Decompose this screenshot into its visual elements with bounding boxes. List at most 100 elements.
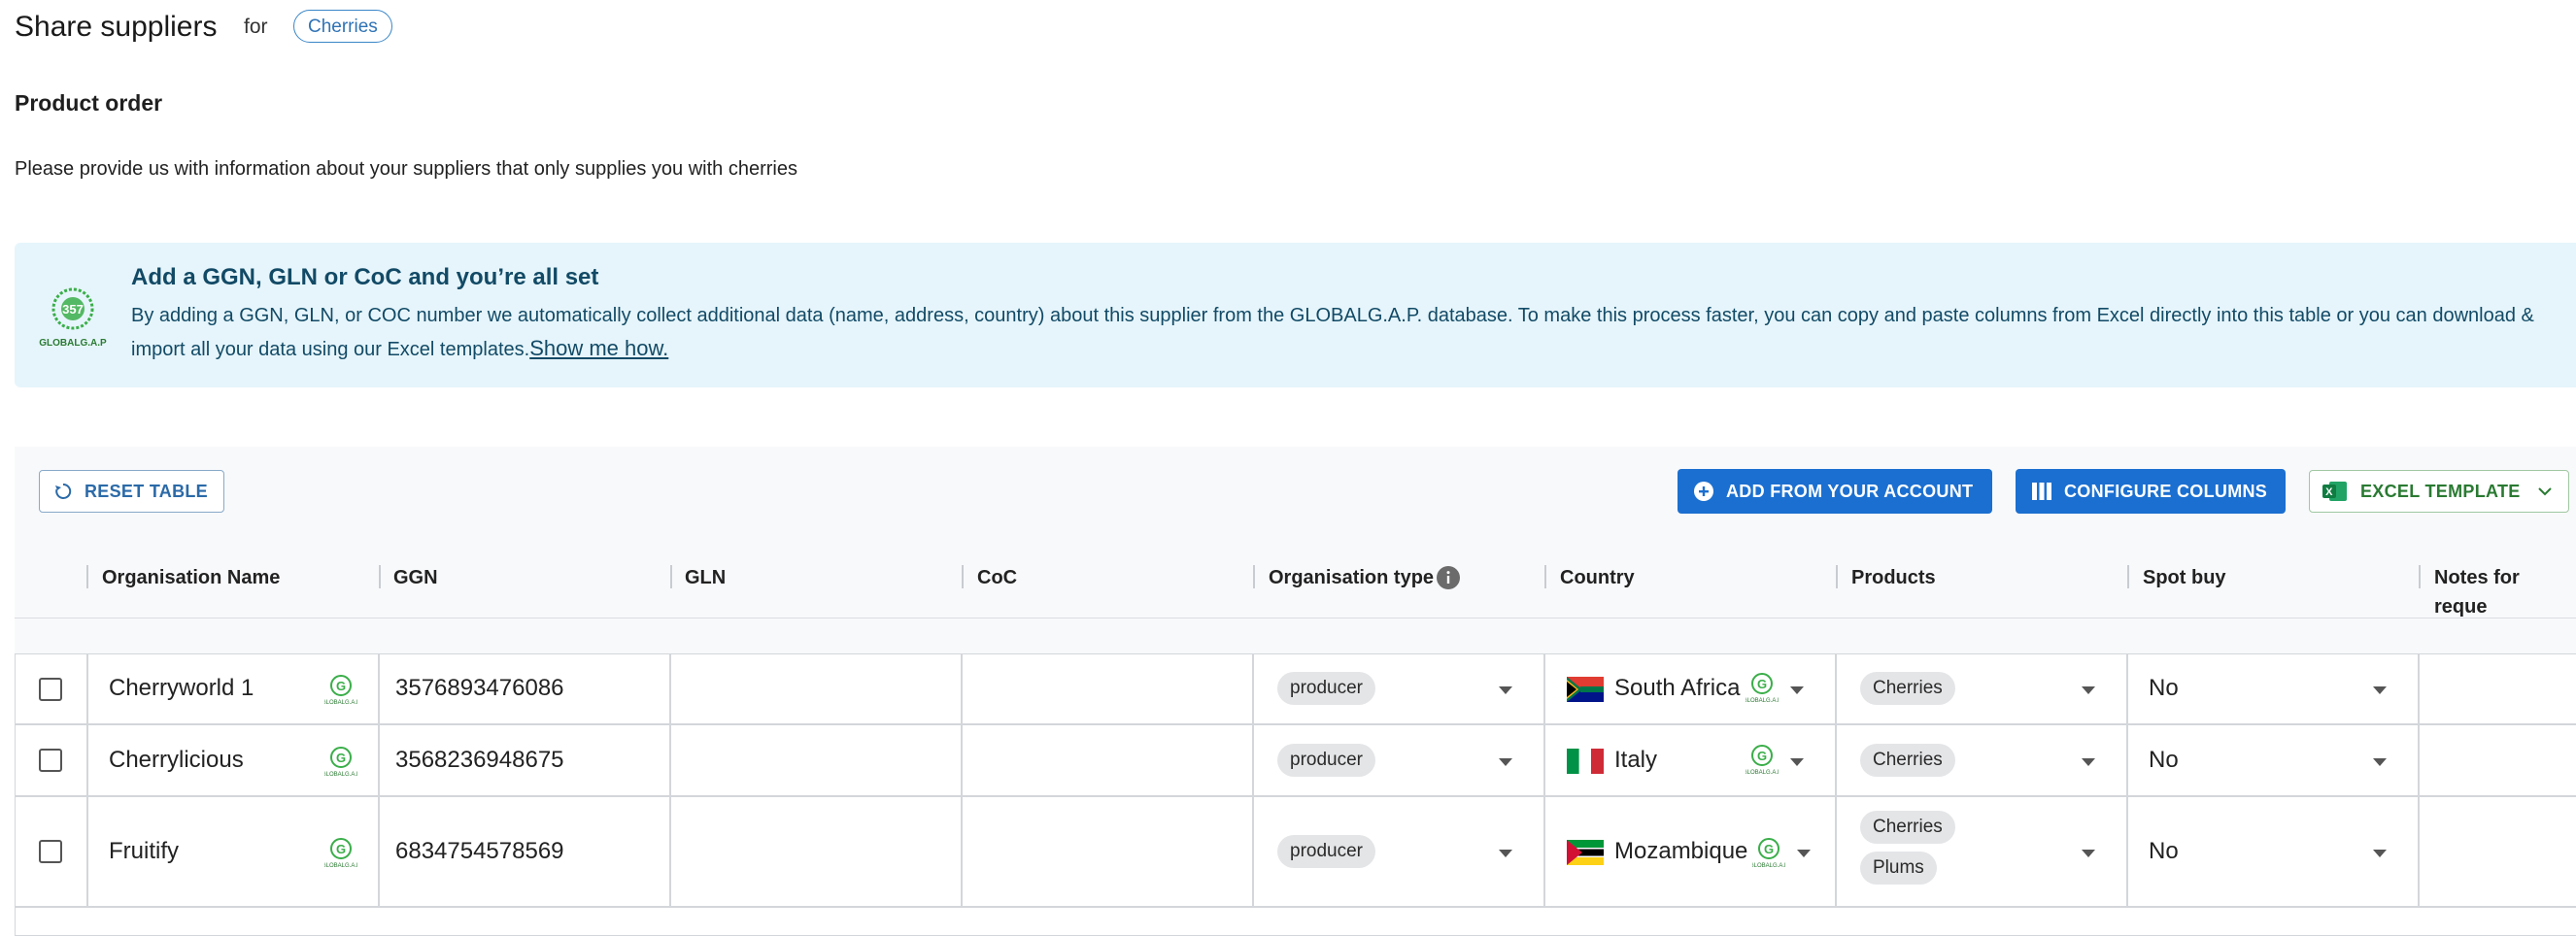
coc-cell[interactable] [962,796,1253,907]
products-select[interactable]: Cherries Plums [1836,796,2127,907]
excel-icon: X [2322,480,2349,503]
organisation-name: Cherryworld 1 [109,675,254,701]
spot-buy-select[interactable]: No [2127,653,2419,724]
configure-columns-button[interactable]: CONFIGURE COLUMNS [2016,469,2286,514]
organisation-name-cell[interactable]: Fruitify G GLOBALG.A.P [87,796,379,907]
organisation-name-cell[interactable]: Cherrylicious G GLOBALG.A.P [87,724,379,796]
globalgap-verified-icon: G GLOBALG.A.P [322,836,360,869]
products-select[interactable]: Cherries [1836,653,2127,724]
coc-cell[interactable] [962,653,1253,724]
dropdown-caret-icon [2082,850,2095,857]
column-separator[interactable] [86,565,88,588]
svg-text:G: G [336,679,346,693]
configure-columns-label: CONFIGURE COLUMNS [2064,481,2268,501]
dropdown-caret-icon [1499,850,1512,857]
coc-cell[interactable] [962,724,1253,796]
country-value: Mozambique [1614,838,1748,864]
spot-buy-value: No [2149,675,2179,701]
products-select[interactable]: Cherries [1836,724,2127,796]
svg-text:GLOBALG.A.P: GLOBALG.A.P [1752,863,1785,869]
organisation-type-select[interactable]: producer [1253,796,1544,907]
spot-buy-select[interactable]: No [2127,724,2419,796]
add-from-account-label: ADD FROM YOUR ACCOUNT [1726,481,1974,501]
column-separator[interactable] [1253,565,1255,588]
svg-text:G: G [336,751,346,765]
organisation-name: Cherrylicious [109,747,244,773]
column-separator[interactable] [1544,565,1546,588]
product-chip: Cherries [1860,811,1955,844]
column-separator[interactable] [2419,565,2421,588]
banner-title: Add a GGN, GLN or CoC and you’re all set [131,264,599,290]
add-from-account-button[interactable]: ADD FROM YOUR ACCOUNT [1678,469,1992,514]
chevron-down-icon [2537,486,2552,496]
globalgap-verified-icon: G GLOBALG.A.P [322,745,360,778]
svg-text:X: X [2325,486,2333,498]
svg-text:GLOBALG.A.P: GLOBALG.A.P [324,863,357,869]
plus-circle-icon [1693,481,1714,502]
organisation-type-chip: producer [1277,835,1375,868]
column-header-organisation-type[interactable]: Organisation type [1269,563,1434,592]
dropdown-caret-icon [1499,758,1512,766]
notes-cell[interactable] [2419,653,2576,724]
columns-icon [2031,482,2052,501]
svg-text:GLOBALG.A.P: GLOBALG.A.P [1746,698,1779,704]
gln-cell[interactable] [670,653,962,724]
organisation-type-chip: producer [1277,672,1375,705]
organisation-name-cell[interactable]: Cherryworld 1 G GLOBALG.A.P [87,653,379,724]
column-header-organisation-name[interactable]: Organisation Name [102,563,280,592]
mozambique-flag-icon [1567,840,1604,865]
ggn-cell[interactable]: 3568236948675 [379,724,670,796]
dropdown-caret-icon [1790,758,1804,766]
info-icon[interactable] [1437,566,1460,589]
column-separator[interactable] [670,565,672,588]
column-header-gln[interactable]: GLN [685,563,726,592]
table-row-partial [15,907,2576,936]
section-title: Product order [15,90,163,116]
globalgap-verified-icon: G GLOBALG.A.P [1743,743,1781,776]
column-header-spot-buy[interactable]: Spot buy [2143,563,2226,592]
dropdown-caret-icon [1797,850,1811,857]
row-select-cell [15,653,87,724]
column-separator[interactable] [962,565,964,588]
svg-text:GLOBALG.A.P: GLOBALG.A.P [324,700,357,706]
column-separator[interactable] [379,565,381,588]
info-banner: 357 GLOBALG.A.P Add a GGN, GLN or CoC an… [15,243,2576,387]
svg-text:357: 357 [62,302,84,317]
column-header-country[interactable]: Country [1560,563,1635,592]
organisation-type-select[interactable]: producer [1253,724,1544,796]
dropdown-caret-icon [2373,850,2387,857]
country-select[interactable]: South Africa G GLOBALG.A.P [1544,653,1836,724]
notes-cell[interactable] [2419,724,2576,796]
column-header-coc[interactable]: CoC [977,563,1017,592]
column-separator[interactable] [1836,565,1838,588]
organisation-type-select[interactable]: producer [1253,653,1544,724]
column-separator[interactable] [2127,565,2129,588]
excel-template-button[interactable]: X EXCEL TEMPLATE [2309,470,2569,513]
notes-cell[interactable] [2419,796,2576,907]
country-select[interactable]: Italy G GLOBALG.A.P [1544,724,1836,796]
show-me-how-link[interactable]: Show me how. [529,336,668,360]
banner-body: By adding a GGN, GLN, or COC number we a… [131,305,2534,360]
gln-cell[interactable] [670,724,962,796]
italy-flag-icon [1567,749,1604,774]
spot-buy-select[interactable]: No [2127,796,2419,907]
excel-template-label: EXCEL TEMPLATE [2360,481,2521,501]
column-header-ggn[interactable]: GGN [393,563,438,592]
reset-table-button[interactable]: RESET TABLE [39,470,224,513]
globalgap-verified-icon: G GLOBALG.A.P [1743,671,1781,704]
page-title: Share suppliers [15,11,218,43]
ggn-cell[interactable]: 6834754578569 [379,796,670,907]
row-checkbox[interactable] [39,678,62,701]
row-select-cell [15,724,87,796]
gln-cell[interactable] [670,796,962,907]
svg-text:G: G [1757,749,1767,763]
row-checkbox[interactable] [39,749,62,772]
country-select[interactable]: Mozambique G GLOBALG.A.P [1544,796,1836,907]
south-africa-flag-icon [1567,677,1604,702]
column-header-notes[interactable]: Notes for reque [2434,563,2576,618]
product-chip: Cherries [293,10,392,43]
column-header-products[interactable]: Products [1851,563,1936,592]
ggn-cell[interactable]: 3576893476086 [379,653,670,724]
ggn-value: 3576893476086 [395,675,564,701]
row-checkbox[interactable] [39,840,62,863]
